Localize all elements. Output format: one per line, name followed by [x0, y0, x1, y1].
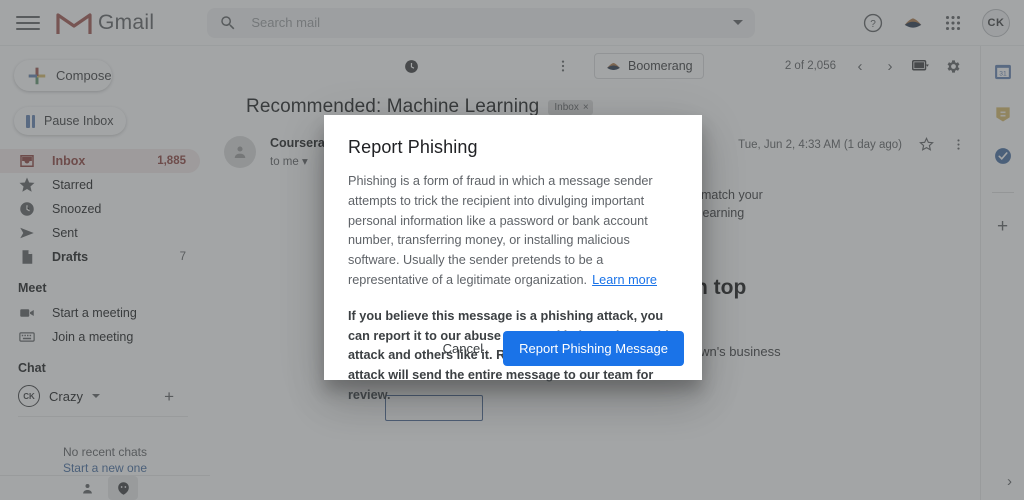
- dialog-actions: Cancel Report Phishing Message: [429, 331, 684, 366]
- cancel-button[interactable]: Cancel: [429, 332, 497, 365]
- report-phishing-dialog: Report Phishing Phishing is a form of fr…: [324, 115, 702, 402]
- report-phishing-message-button[interactable]: Report Phishing Message: [503, 331, 684, 366]
- gmail-app-window: Gmail ?: [0, 0, 1024, 500]
- dialog-paragraph-1-text: Phishing is a form of fraud in which a m…: [348, 174, 653, 288]
- dialog-paragraph-1: Phishing is a form of fraud in which a m…: [348, 172, 678, 291]
- learn-more-link[interactable]: Learn more: [592, 273, 657, 287]
- dialog-title: Report Phishing: [348, 137, 478, 157]
